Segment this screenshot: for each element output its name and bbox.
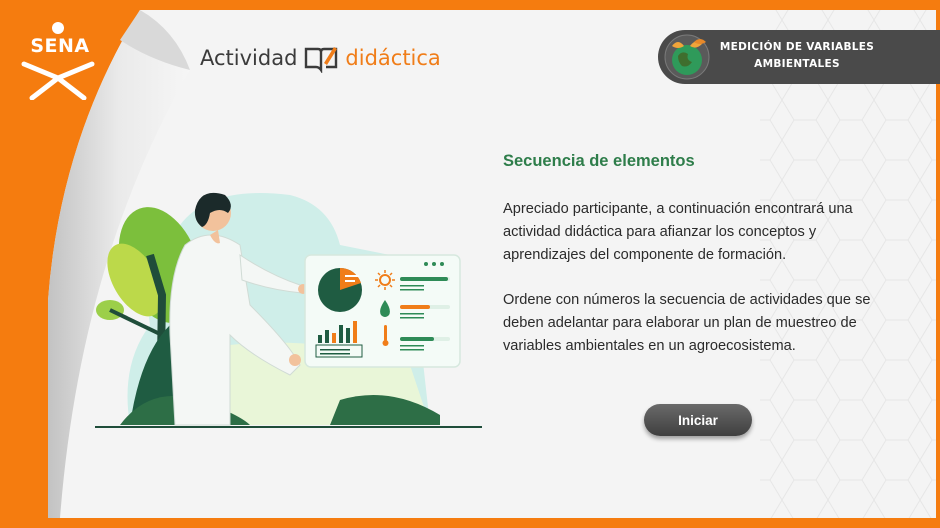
start-button[interactable]: Iniciar <box>644 404 752 436</box>
didactica-word: didáctica <box>345 46 441 70</box>
sena-logo-icon <box>21 22 95 100</box>
section-title: Secuencia de elementos <box>503 152 695 170</box>
sena-logo-text: SENA <box>30 35 90 57</box>
module-title-line1: MEDICIÓN DE VARIABLES <box>719 41 875 53</box>
activity-word: Actividad <box>200 46 298 70</box>
module-title-line2: AMBIENTALES <box>754 58 840 70</box>
globe-leaves-icon <box>664 34 710 80</box>
book-pencil-icon <box>305 47 338 73</box>
activity-heading: Actividad didáctica <box>200 40 441 76</box>
instructions-paragraph: Ordene con números la secuencia de activ… <box>503 292 871 354</box>
scientist-illustration <box>95 192 482 428</box>
module-title: MEDICIÓN DE VARIABLES AMBIENTALES <box>712 39 882 73</box>
intro-paragraph: Apreciado participante, a continuación e… <box>503 201 853 263</box>
